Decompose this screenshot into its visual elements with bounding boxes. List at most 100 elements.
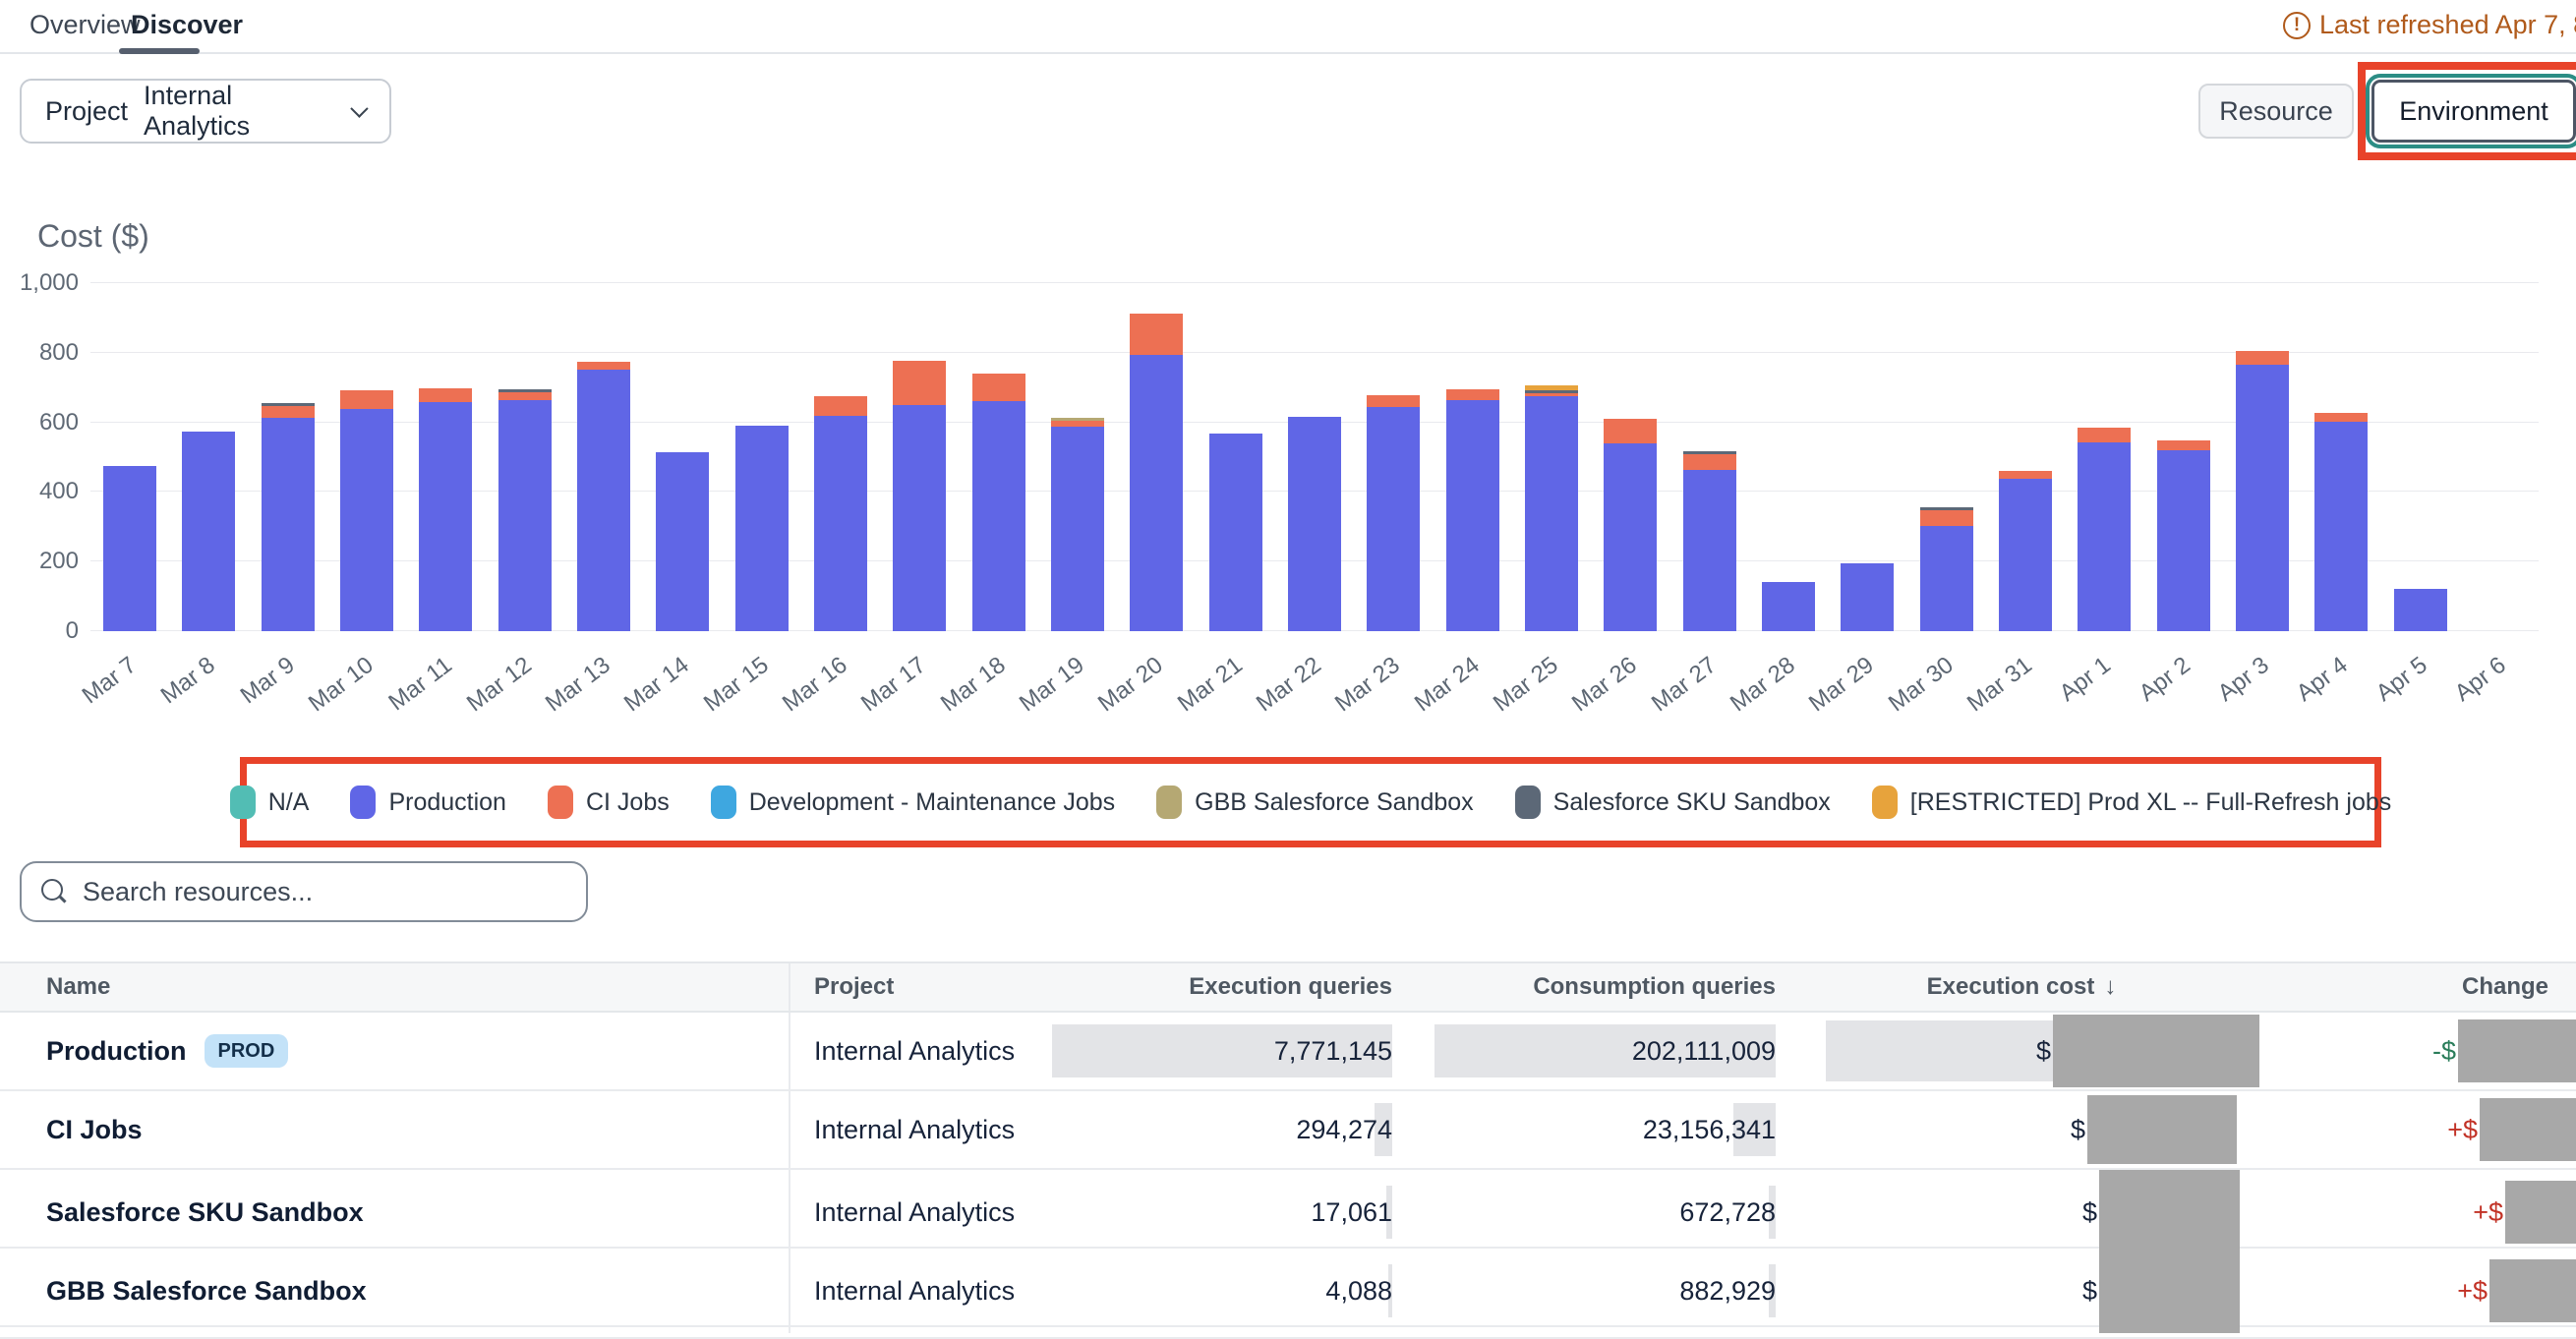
legend-item[interactable]: [RESTRICTED] Prod XL -- Full-Refresh job… <box>1872 786 2391 819</box>
bar-segment[interactable] <box>656 452 709 631</box>
bar-segment[interactable] <box>1446 400 1499 631</box>
bar-segment[interactable] <box>1525 396 1578 631</box>
bar-segment[interactable] <box>1367 395 1420 407</box>
legend-item[interactable]: Production <box>350 786 506 819</box>
bar-segment[interactable] <box>340 390 393 409</box>
bar-slot-mar-21[interactable] <box>1197 283 1275 631</box>
bar-slot-mar-9[interactable] <box>249 283 327 631</box>
bar-segment[interactable] <box>1841 563 1894 631</box>
bar-slot-mar-17[interactable] <box>880 283 959 631</box>
bar-segment[interactable] <box>1130 314 1183 355</box>
bar-slot-apr-4[interactable] <box>2302 283 2380 631</box>
bar-slot-apr-6[interactable] <box>2460 283 2539 631</box>
bar-segment[interactable] <box>1446 389 1499 400</box>
column-header-project[interactable]: Project <box>790 963 1046 1011</box>
bar-segment[interactable] <box>1209 434 1262 631</box>
bar-slot-mar-13[interactable] <box>564 283 643 631</box>
bar-segment[interactable] <box>103 466 156 631</box>
bar-segment[interactable] <box>2314 422 2368 631</box>
bar-segment[interactable] <box>419 388 472 402</box>
bar-segment[interactable] <box>1999 479 2052 631</box>
bar-slot-mar-30[interactable] <box>1906 283 1985 631</box>
bar-segment[interactable] <box>1604 419 1657 443</box>
bar-slot-mar-29[interactable] <box>1828 283 1906 631</box>
bar-segment[interactable] <box>1367 407 1420 631</box>
bar-segment[interactable] <box>340 409 393 631</box>
bar-segment[interactable] <box>1683 470 1736 631</box>
bar-segment[interactable] <box>2157 450 2210 631</box>
bar-slot-apr-5[interactable] <box>2380 283 2459 631</box>
bar-segment[interactable] <box>2236 351 2289 365</box>
column-header-change[interactable]: Change <box>2265 963 2576 1011</box>
bar-segment[interactable] <box>1051 427 1104 631</box>
bar-segment[interactable] <box>2236 365 2289 631</box>
project-filter-dropdown[interactable]: Project Internal Analytics <box>20 79 391 144</box>
bar-slot-mar-26[interactable] <box>1591 283 1669 631</box>
bar-slot-mar-19[interactable] <box>1038 283 1117 631</box>
resource-name[interactable]: GBB Salesforce Sandbox <box>46 1276 367 1307</box>
resource-name[interactable]: Production <box>46 1036 187 1067</box>
bar-slot-mar-20[interactable] <box>1117 283 1196 631</box>
bar-slot-mar-28[interactable] <box>1749 283 1828 631</box>
bar-slot-mar-15[interactable] <box>723 283 801 631</box>
bar-slot-mar-31[interactable] <box>1986 283 2065 631</box>
resource-toggle-button[interactable]: Resource <box>2198 84 2354 139</box>
bar-segment[interactable] <box>419 402 472 631</box>
bar-segment[interactable] <box>2394 589 2447 631</box>
bar-segment[interactable] <box>577 362 630 370</box>
bar-segment[interactable] <box>1920 526 1973 631</box>
bar-slot-apr-3[interactable] <box>2223 283 2302 631</box>
table-row[interactable]: Salesforce SKU SandboxInternal Analytics… <box>0 1170 2576 1249</box>
bar-segment[interactable] <box>972 401 1025 631</box>
bar-segment[interactable] <box>893 361 946 405</box>
search-input[interactable] <box>83 877 555 907</box>
bar-slot-mar-25[interactable] <box>1512 283 1591 631</box>
bar-segment[interactable] <box>1683 454 1736 470</box>
bar-slot-apr-2[interactable] <box>2143 283 2222 631</box>
column-header-execution-cost[interactable]: Execution cost ↓ <box>1784 963 2265 1011</box>
column-header-name[interactable]: Name <box>0 963 790 1011</box>
bar-segment[interactable] <box>1604 443 1657 631</box>
table-row[interactable]: GBB Salesforce SandboxInternal Analytics… <box>0 1249 2576 1327</box>
bar-segment[interactable] <box>893 405 946 631</box>
bar-segment[interactable] <box>577 370 630 631</box>
bar-segment[interactable] <box>2078 442 2131 631</box>
bar-segment[interactable] <box>735 426 789 631</box>
legend-item[interactable]: Salesforce SKU Sandbox <box>1515 786 1831 819</box>
bar-slot-mar-27[interactable] <box>1669 283 1748 631</box>
bar-segment[interactable] <box>814 396 867 416</box>
table-row[interactable]: ProductionPRODInternal Analytics7,771,14… <box>0 1013 2576 1091</box>
legend-item[interactable]: CI Jobs <box>548 786 670 819</box>
bar-segment[interactable] <box>2314 413 2368 422</box>
resource-name[interactable]: CI Jobs <box>46 1115 143 1145</box>
table-row[interactable]: CI JobsInternal Analytics294,27423,156,3… <box>0 1091 2576 1170</box>
bar-segment[interactable] <box>972 374 1025 401</box>
bar-slot-mar-24[interactable] <box>1433 283 1511 631</box>
column-header-consumption-queries[interactable]: Consumption queries <box>1400 963 1784 1011</box>
bar-segment[interactable] <box>262 406 315 418</box>
tab-overview[interactable]: Overview <box>29 10 141 40</box>
bar-segment[interactable] <box>1999 471 2052 479</box>
bar-segment[interactable] <box>498 400 552 631</box>
bar-segment[interactable] <box>498 392 552 400</box>
search-box[interactable] <box>20 861 588 922</box>
bar-slot-apr-1[interactable] <box>2065 283 2143 631</box>
environment-toggle-button[interactable]: Environment <box>2371 80 2576 143</box>
column-header-execution-queries[interactable]: Execution queries <box>1046 963 1400 1011</box>
legend-item[interactable]: N/A <box>230 786 310 819</box>
bar-slot-mar-11[interactable] <box>406 283 485 631</box>
resource-name[interactable]: Salesforce SKU Sandbox <box>46 1197 364 1228</box>
bar-segment[interactable] <box>262 418 315 631</box>
bar-slot-mar-23[interactable] <box>1354 283 1433 631</box>
bar-segment[interactable] <box>182 432 235 631</box>
bar-slot-mar-18[interactable] <box>960 283 1038 631</box>
legend-item[interactable]: Development - Maintenance Jobs <box>711 786 1115 819</box>
bar-slot-mar-7[interactable] <box>90 283 169 631</box>
bar-slot-mar-14[interactable] <box>643 283 722 631</box>
bar-slot-mar-22[interactable] <box>1275 283 1354 631</box>
bar-segment[interactable] <box>1288 417 1341 631</box>
bar-segment[interactable] <box>2078 428 2131 442</box>
tab-discover[interactable]: Discover <box>131 10 243 40</box>
legend-item[interactable]: GBB Salesforce Sandbox <box>1156 786 1474 819</box>
bar-slot-mar-16[interactable] <box>801 283 880 631</box>
